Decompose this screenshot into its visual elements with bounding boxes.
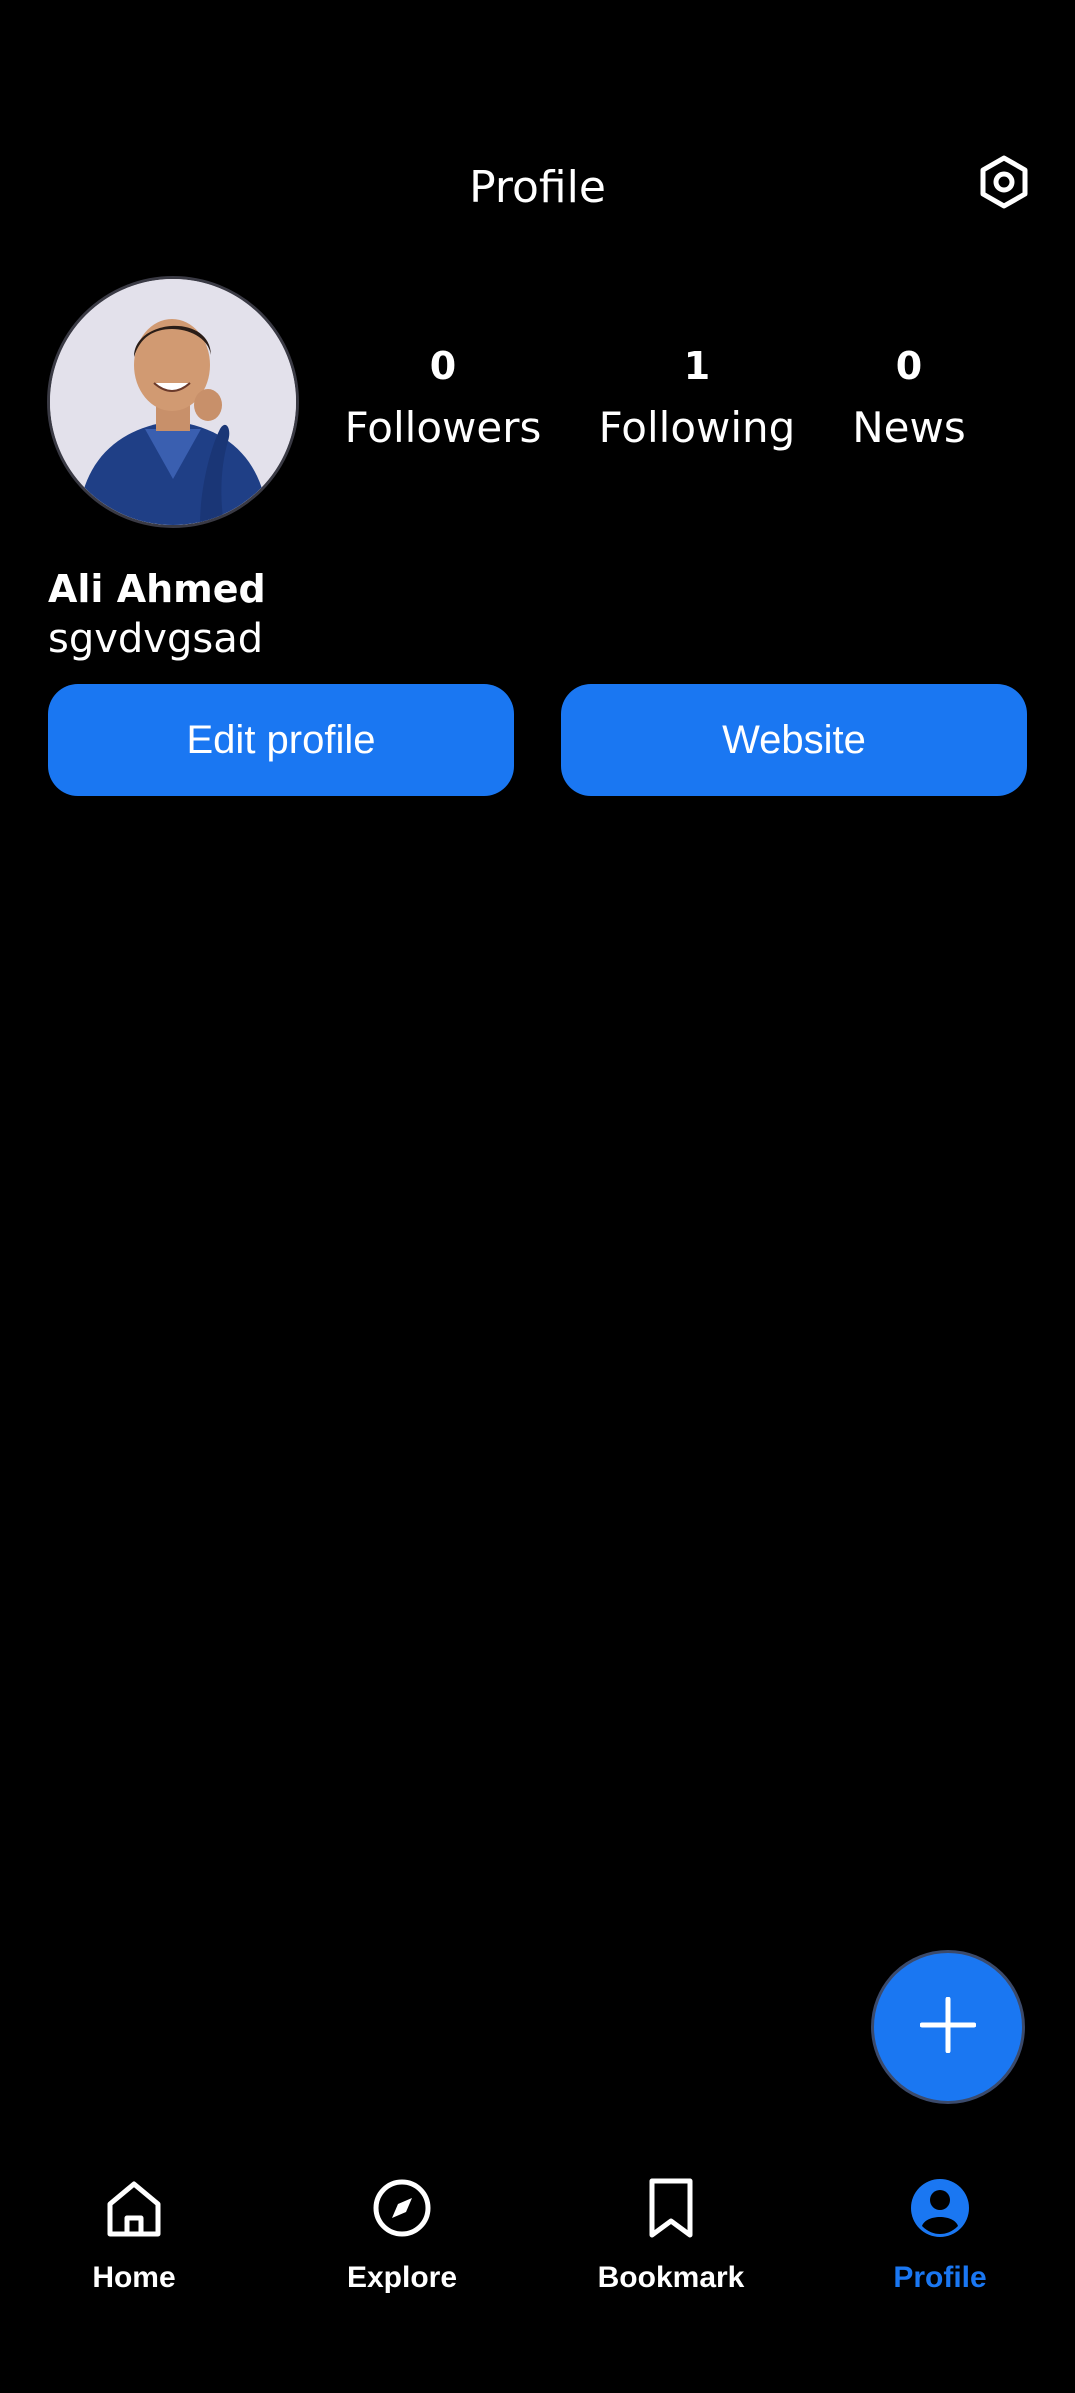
stat-following[interactable]: 1 Following — [599, 336, 796, 460]
nav-item-explore[interactable]: Explore — [268, 2150, 536, 2310]
bookmark-icon — [641, 2176, 701, 2240]
nav-item-profile[interactable]: Profile — [806, 2150, 1074, 2310]
page-title: Profile — [469, 162, 606, 213]
add-post-button[interactable] — [871, 1950, 1025, 2104]
settings-button[interactable] — [972, 152, 1036, 216]
user-circle-icon — [910, 2176, 970, 2240]
news-count: 0 — [895, 344, 923, 388]
settings-icon — [977, 155, 1031, 213]
nav-label-bookmark: Bookmark — [597, 2261, 745, 2294]
nav-item-bookmark[interactable]: Bookmark — [537, 2150, 805, 2310]
bottom-nav: Home Explore Bookmark Profile — [0, 2150, 1075, 2393]
nav-label-explore: Explore — [346, 2261, 458, 2294]
compass-icon — [372, 2176, 432, 2240]
plus-icon — [919, 1996, 977, 2057]
following-count: 1 — [683, 344, 711, 388]
stat-followers[interactable]: 0 Followers — [345, 336, 542, 460]
user-name: Ali Ahmed — [48, 567, 266, 611]
followers-count: 0 — [429, 344, 457, 388]
website-button[interactable]: Website — [561, 684, 1027, 796]
avatar[interactable] — [47, 276, 299, 528]
following-label: Following — [598, 403, 796, 452]
nav-item-home[interactable]: Home — [0, 2150, 268, 2310]
nav-label-home: Home — [92, 2261, 176, 2294]
user-handle: sgvdvgsad — [48, 616, 264, 662]
followers-label: Followers — [344, 403, 542, 452]
edit-profile-button[interactable]: Edit profile — [48, 684, 514, 796]
home-icon — [104, 2176, 164, 2240]
stat-news[interactable]: 0 News — [852, 336, 966, 460]
nav-label-profile: Profile — [893, 2261, 987, 2294]
news-label: News — [852, 403, 966, 452]
